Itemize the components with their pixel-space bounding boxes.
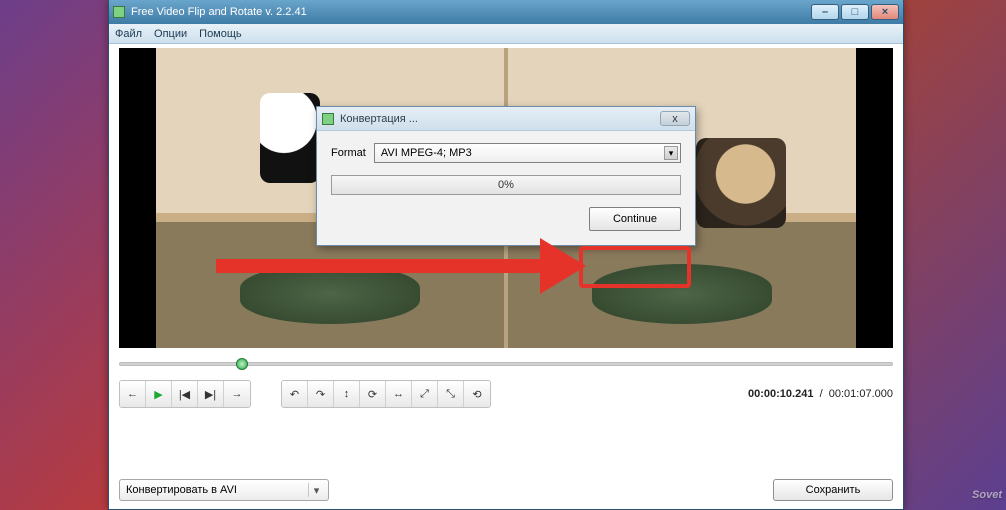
chevron-down-icon: ▾ [664,146,678,160]
timecode: 00:00:10.241 / 00:01:07.000 [748,388,893,400]
preview-pane-right [696,138,786,228]
chevron-down-icon: ▾ [308,483,324,497]
menubar: Файл Опции Помощь [109,24,903,44]
fwd-button[interactable]: → [224,381,250,407]
dialog-app-icon [322,113,334,125]
time-total: 00:01:07.000 [829,388,893,400]
timeline-knob[interactable] [236,358,248,370]
progress-text: 0% [498,179,514,191]
preview-pane-left [260,93,320,183]
format-label: Format [331,147,366,159]
convert-format-value: Конвертировать в AVI [126,484,237,496]
next-button[interactable]: ▶| [198,381,224,407]
flip-v-button[interactable]: ↕ [334,381,360,407]
close-button[interactable]: × [871,4,899,20]
format-select[interactable]: AVI MPEG-4; MP3 ▾ [374,143,681,163]
transport-group: ← ▶ |◀ ▶| → [119,380,251,408]
rotate-180-button[interactable]: ⟳ [360,381,386,407]
prev-button[interactable]: |◀ [172,381,198,407]
back-button[interactable]: ← [120,381,146,407]
toolbar: ← ▶ |◀ ▶| → ↶ ↷ ↕ ⟳ ↔ ⤢ ⤡ ⟲ 00:00:10.241… [119,380,893,408]
dialog-close-button[interactable]: x [660,111,690,126]
dialog-title: Конвертация ... [340,113,418,125]
menu-options[interactable]: Опции [154,28,187,40]
rotate-cw-button[interactable]: ↷ [308,381,334,407]
timeline[interactable] [119,356,893,372]
rotate-group: ↶ ↷ ↕ ⟳ ↔ ⤢ ⤡ ⟲ [281,380,491,408]
dialog-titlebar[interactable]: Конвертация ... x [317,107,695,131]
app-icon [113,6,125,18]
continue-button[interactable]: Continue [589,207,681,231]
conversion-dialog: Конвертация ... x Format AVI MPEG-4; MP3… [316,106,696,246]
window-title: Free Video Flip and Rotate v. 2.2.41 [131,6,307,18]
minimize-button[interactable]: – [811,4,839,20]
app-window: Free Video Flip and Rotate v. 2.2.41 – □… [108,0,904,510]
menu-file[interactable]: Файл [115,28,142,40]
diag2-button[interactable]: ⤡ [438,381,464,407]
diag1-button[interactable]: ⤢ [412,381,438,407]
time-current: 00:00:10.241 [748,388,813,400]
maximize-button[interactable]: □ [841,4,869,20]
titlebar[interactable]: Free Video Flip and Rotate v. 2.2.41 – □… [109,0,903,24]
reset-button[interactable]: ⟲ [464,381,490,407]
play-button[interactable]: ▶ [146,381,172,407]
progress-bar: 0% [331,175,681,195]
rotate-ccw-button[interactable]: ↶ [282,381,308,407]
menu-help[interactable]: Помощь [199,28,242,40]
convert-format-combo[interactable]: Конвертировать в AVI ▾ [119,479,329,501]
flip-h-button[interactable]: ↔ [386,381,412,407]
save-button[interactable]: Сохранить [773,479,893,501]
format-value: AVI MPEG-4; MP3 [381,147,472,159]
